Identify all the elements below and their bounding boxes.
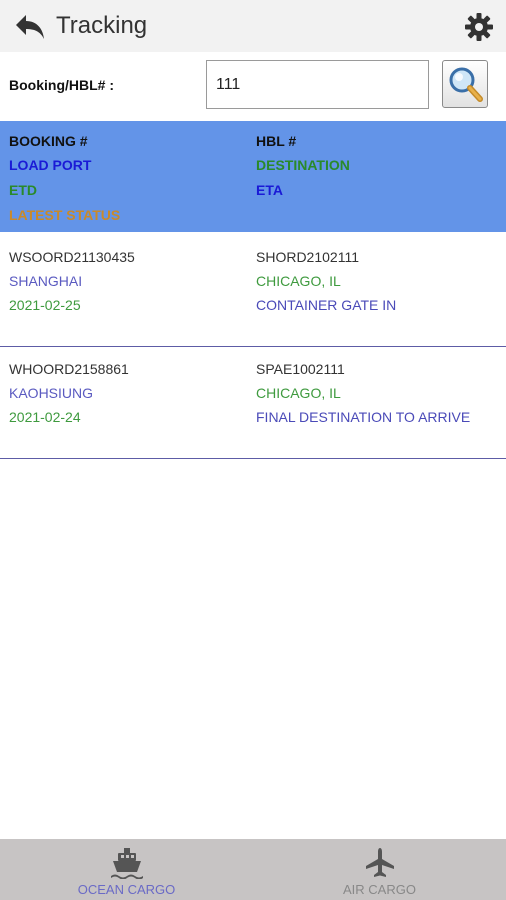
back-button[interactable] [12, 10, 48, 44]
etd: 2021-02-24 [9, 409, 81, 425]
col-hbl: HBL # [256, 133, 297, 149]
airplane-icon [365, 848, 394, 877]
result-row[interactable]: WHOORD2158861 SPAE1002111 KAOHSIUNG CHIC… [0, 345, 506, 459]
latest-status: FINAL DESTINATION TO ARRIVE [256, 409, 471, 425]
air-cargo-label: AIR CARGO [343, 882, 416, 897]
gear-icon [465, 13, 493, 41]
tab-air-cargo[interactable]: AIR CARGO [253, 839, 506, 900]
settings-button[interactable] [462, 10, 496, 44]
load-port: SHANGHAI [9, 273, 83, 289]
booking-number: WSOORD21130435 [9, 249, 135, 265]
col-booking: BOOKING # [9, 133, 88, 149]
search-label: Booking/HBL# : [9, 77, 114, 93]
page-title: Tracking [56, 12, 148, 39]
results-column-header: BOOKING # HBL # LOAD PORT DESTINATION ET… [0, 121, 506, 232]
hbl-number: SPAE1002111 [256, 361, 345, 377]
etd: 2021-02-25 [9, 297, 81, 313]
col-destination: DESTINATION [256, 157, 350, 173]
destination: CHICAGO, IL [256, 385, 341, 401]
col-etd: ETD [9, 182, 37, 198]
back-arrow-icon [16, 15, 44, 39]
booking-number: WHOORD2158861 [9, 361, 129, 377]
tab-ocean-cargo[interactable]: OCEAN CARGO [0, 839, 253, 900]
ship-icon [110, 848, 143, 879]
latest-status: CONTAINER GATE IN [256, 297, 397, 313]
bottom-navigation: OCEAN CARGO AIR CARGO [0, 839, 506, 900]
search-button[interactable] [442, 60, 488, 108]
col-latest-status: LATEST STATUS [9, 207, 121, 223]
search-row: Booking/HBL# : [0, 52, 506, 118]
load-port: KAOHSIUNG [9, 385, 94, 401]
ocean-cargo-label: OCEAN CARGO [77, 882, 176, 897]
app-header: Tracking [0, 0, 506, 52]
magnifier-icon [449, 67, 483, 102]
destination: CHICAGO, IL [256, 273, 341, 289]
hbl-number: SHORD2102111 [256, 249, 359, 265]
booking-search-input[interactable] [206, 60, 429, 109]
col-eta: ETA [256, 182, 283, 198]
col-load-port: LOAD PORT [9, 157, 92, 173]
result-row[interactable]: WSOORD21130435 SHORD2102111 SHANGHAI CHI… [0, 233, 506, 347]
